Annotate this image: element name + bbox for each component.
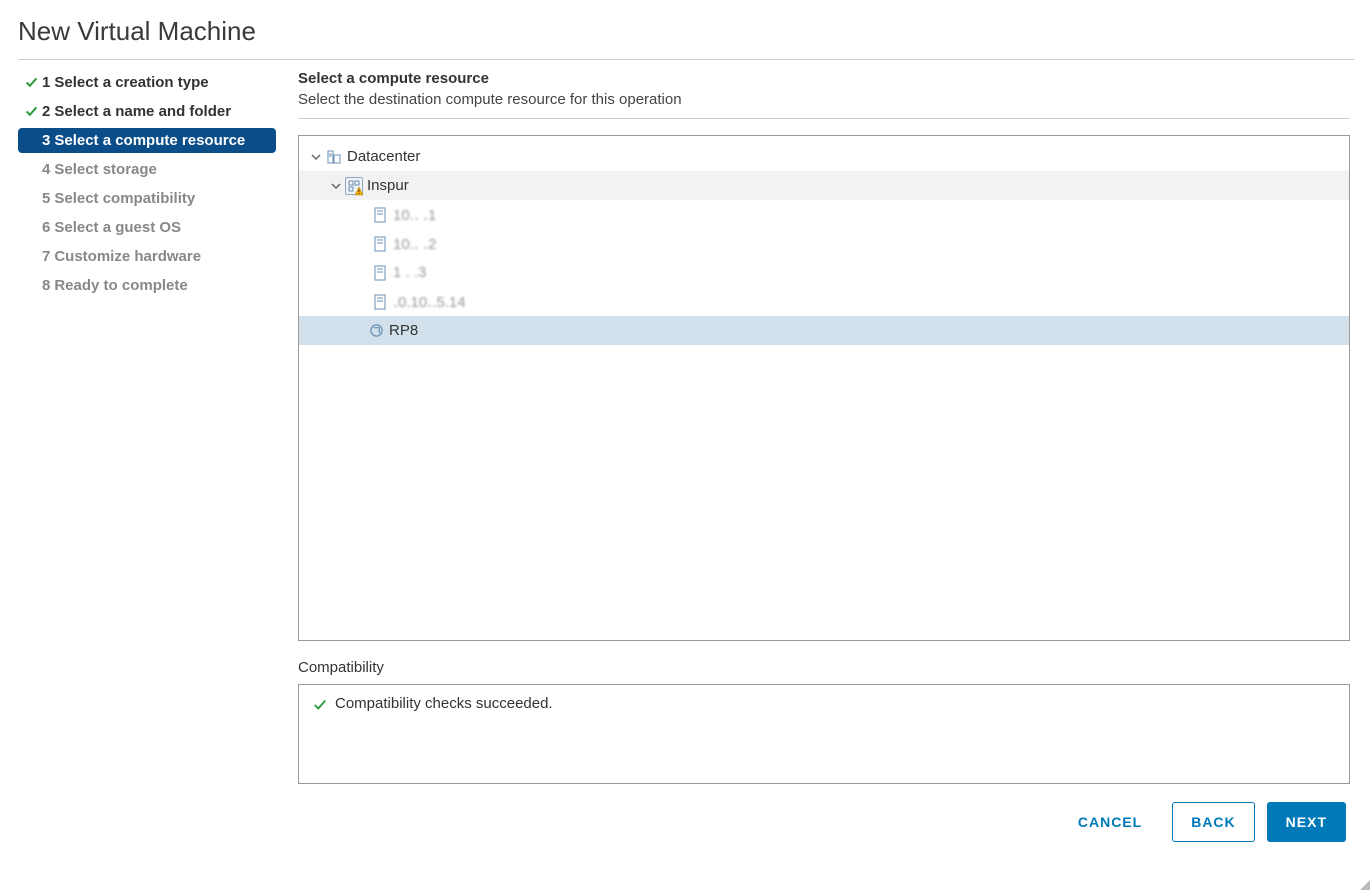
tree-label: 1 . .3 [393,264,426,281]
next-button[interactable]: NEXT [1267,802,1346,842]
step-label: Ready to complete [54,277,187,294]
host-icon [371,293,389,311]
step-customize-hardware[interactable]: 7 Customize hardware [18,244,276,269]
step-compute-resource[interactable]: 3 Select a compute resource [18,128,276,153]
step-creation-type[interactable]: 1 Select a creation type [18,70,276,95]
cluster-warning-icon [345,177,363,195]
host-icon [371,206,389,224]
compat-message: Compatibility checks succeeded. [335,695,553,712]
tree-host[interactable]: 10.․ ․1 [299,200,1349,229]
tree-cluster[interactable]: Inspur [299,171,1349,200]
compatibility-box: Compatibility checks succeeded. [298,684,1350,784]
check-icon [313,695,327,712]
step-label: Select a name and folder [54,103,231,120]
wizard-footer: CANCEL BACK NEXT [298,802,1350,842]
datacenter-icon [325,148,343,166]
tree-label: 10.․ ․1 [393,206,436,224]
tree-label: RP8 [389,322,418,339]
tree-host[interactable]: 1 . .3 [299,258,1349,287]
resource-tree[interactable]: Datacenter Inspur 10.․ [298,135,1350,641]
step-storage[interactable]: 4 Select storage [18,157,276,182]
check-icon [22,76,40,89]
step-ready-complete[interactable]: 8 Ready to complete [18,273,276,298]
step-guest-os[interactable]: 6 Select a guest OS [18,215,276,240]
section-title: Select a compute resource [298,70,1350,87]
tree-host[interactable]: ․0.10․.5.14 [299,287,1349,316]
host-icon [371,264,389,282]
check-icon [22,105,40,118]
tree-label: Datacenter [347,148,420,165]
tree-host[interactable]: 10.․ ․2 [299,229,1349,258]
divider [18,59,1354,60]
chevron-down-icon[interactable] [329,181,343,191]
step-label: Select a compute resource [54,132,245,149]
tree-label: Inspur [367,177,409,194]
back-button[interactable]: BACK [1172,802,1254,842]
step-label: Select a guest OS [54,219,181,236]
section-subtitle: Select the destination compute resource … [298,91,1350,108]
step-label: Select compatibility [54,190,195,207]
resize-handle-icon[interactable] [1360,880,1370,890]
tree-datacenter[interactable]: Datacenter [299,142,1349,171]
wizard-steps: 1 Select a creation type 2 Select a name… [18,70,276,842]
tree-resource-pool[interactable]: RP8 [299,316,1349,345]
host-icon [371,235,389,253]
step-name-folder[interactable]: 2 Select a name and folder [18,99,276,124]
chevron-down-icon[interactable] [309,152,323,162]
step-label: Select a creation type [54,74,208,91]
tree-label: ․0.10․.5.14 [393,293,466,311]
dialog-title: New Virtual Machine [18,16,1354,59]
tree-label: 10.․ ․2 [393,235,436,253]
resource-pool-icon [367,322,385,340]
compatibility-label: Compatibility [298,659,1350,676]
divider [298,118,1350,119]
step-label: Customize hardware [54,248,201,265]
cancel-button[interactable]: CANCEL [1060,802,1160,842]
step-compatibility[interactable]: 5 Select compatibility [18,186,276,211]
step-label: Select storage [54,161,157,178]
